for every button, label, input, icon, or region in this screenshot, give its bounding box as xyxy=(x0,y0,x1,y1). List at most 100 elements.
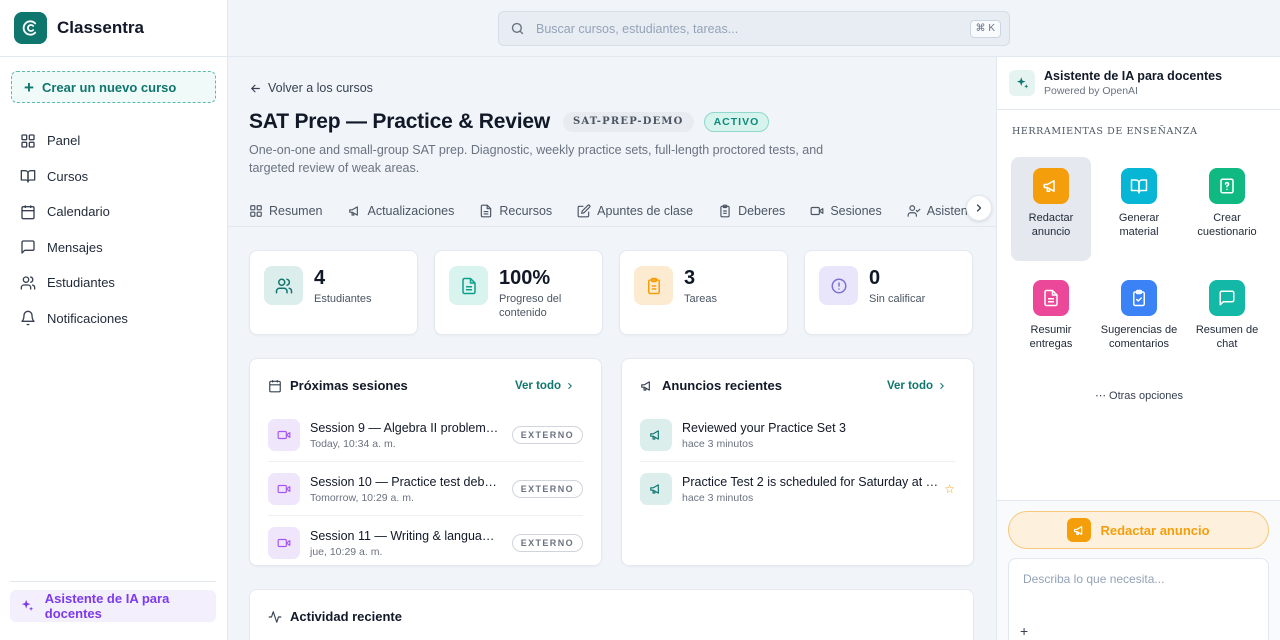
tab-label: Deberes xyxy=(738,203,786,218)
sidebar-item-label: Estudiantes xyxy=(47,275,115,291)
sparkles-icon xyxy=(1016,76,1028,88)
panel-title: Próximas sesiones xyxy=(290,378,408,393)
brand[interactable]: Classentra xyxy=(0,0,227,57)
course-code-badge: SAT-PREP-DEMO xyxy=(562,112,694,132)
tool-summarize-submissions[interactable]: Resumir entregas xyxy=(1011,269,1091,373)
tools-section-label: HERRAMIENTAS DE ENSEÑANZA xyxy=(1012,126,1198,137)
title-row: SAT Prep — Practice & Review SAT-PREP-DE… xyxy=(249,110,770,134)
announcement-title: Reviewed your Practice Set 3 xyxy=(682,420,846,435)
recent-activity-panel: Actividad reciente xyxy=(249,589,974,640)
session-time: Tomorrow, 10:29 a. m. xyxy=(310,491,414,504)
sessions-list: Session 9 — Algebra II problem sets Toda… xyxy=(268,408,583,570)
back-link[interactable]: Volver a los cursos xyxy=(249,81,373,95)
ai-panel-header: Asistente de IA para docentes Powered by… xyxy=(997,57,1280,110)
sidebar-item-label: Calendario xyxy=(47,204,110,220)
tab-sessions[interactable]: Sesiones xyxy=(810,203,882,218)
list-item[interactable]: Reviewed your Practice Set 3 hace 3 minu… xyxy=(640,408,955,462)
list-item[interactable]: Session 9 — Algebra II problem sets Toda… xyxy=(268,408,583,462)
tab-overview[interactable]: Resumen xyxy=(249,204,323,218)
search-input[interactable]: Buscar cursos, estudiantes, tareas... ⌘ … xyxy=(498,11,1010,46)
book-open-icon xyxy=(1130,179,1148,194)
session-title: Session 11 — Writing & language review xyxy=(310,529,500,543)
add-attachment-button[interactable]: + xyxy=(1020,623,1028,639)
tool-label: Resumir entregas xyxy=(1029,324,1073,350)
star-icon[interactable]: ☆ xyxy=(944,482,955,496)
sidebar-item-students[interactable]: Estudiantes xyxy=(11,265,216,301)
sidebar-item-label: Notificaciones xyxy=(47,310,128,326)
search-placeholder: Buscar cursos, estudiantes, tareas... xyxy=(536,21,739,36)
calendar-icon xyxy=(269,379,281,392)
see-all-announcements-link[interactable]: Ver todo xyxy=(887,380,955,392)
tool-chat-summary[interactable]: Resumen de chat xyxy=(1187,269,1267,373)
chevron-right-icon xyxy=(940,382,944,389)
book-icon xyxy=(20,170,36,183)
tabs-scroll-right-button[interactable] xyxy=(966,195,992,221)
tab-label: Recursos xyxy=(499,203,553,218)
draft-announcement-button[interactable]: Redactar anuncio xyxy=(1008,511,1269,549)
clipboard-icon xyxy=(720,204,730,217)
list-item[interactable]: Practice Test 2 is scheduled for Saturda… xyxy=(640,462,955,516)
announcement-time: hace 3 minutos xyxy=(682,437,754,450)
tool-label: Crear cuestionario xyxy=(1197,212,1257,238)
file-icon xyxy=(481,204,492,217)
megaphone-icon xyxy=(348,205,358,216)
stat-value: 3 xyxy=(684,267,696,289)
top-bar: Buscar cursos, estudiantes, tareas... ⌘ … xyxy=(228,0,1280,57)
tool-create-quiz[interactable]: Crear cuestionario xyxy=(1187,157,1267,261)
tool-icon-box xyxy=(1121,280,1157,316)
megaphone-icon xyxy=(650,484,659,494)
external-badge: EXTERNO xyxy=(511,534,583,552)
more-options-button[interactable]: ⋯ Otras opciones xyxy=(997,389,1280,402)
list-item[interactable]: Session 10 — Practice test debrief Tomor… xyxy=(268,462,583,516)
tool-icon-box xyxy=(1209,280,1245,316)
sidebar-item-panel[interactable]: Panel xyxy=(11,123,216,159)
stat-icon-box xyxy=(449,266,488,305)
tool-feedback-suggestions[interactable]: Sugerencias de comentarios xyxy=(1099,269,1179,373)
search-shortcut: ⌘ K xyxy=(969,20,1001,38)
announcement-title: Practice Test 2 is scheduled for Saturda… xyxy=(682,475,939,489)
status-badge: ACTIVO xyxy=(703,112,770,132)
tab-label: Sesiones xyxy=(830,203,882,218)
recent-announcements-panel: Anuncios recientes Ver todo Reviewed you… xyxy=(621,358,974,566)
stat-label: Sin calificar xyxy=(869,293,926,305)
list-item[interactable]: Session 11 — Writing & language review j… xyxy=(268,516,583,570)
tab-homework[interactable]: Deberes xyxy=(718,204,785,218)
see-all-label: Ver todo xyxy=(514,379,561,392)
tab-resources[interactable]: Recursos xyxy=(479,204,552,218)
ai-panel-subtitle: Powered by OpenAI xyxy=(1044,85,1138,97)
sidebar-item-calendar[interactable]: Calendario xyxy=(11,194,216,230)
bell-icon xyxy=(21,310,35,326)
grid-icon xyxy=(250,204,262,217)
stat-label: Progreso del contenido xyxy=(499,293,562,319)
stat-card-students: 4 Estudiantes xyxy=(249,250,418,335)
clipboard-check-icon xyxy=(1133,289,1145,307)
tool-draft-announcement[interactable]: Redactar anuncio xyxy=(1011,157,1091,261)
more-options-label: Otras opciones xyxy=(1109,390,1184,402)
see-all-sessions-link[interactable]: Ver todo xyxy=(515,380,583,392)
sidebar-item-ai-assistant[interactable]: Asistente de IA para docentes xyxy=(10,590,216,622)
tool-icon-box xyxy=(1209,168,1245,204)
video-icon xyxy=(277,430,291,439)
sidebar-item-label: Cursos xyxy=(47,168,89,184)
megaphone-icon xyxy=(1073,525,1083,535)
sidebar-item-messages[interactable]: Mensajes xyxy=(11,230,216,266)
tool-label: Redactar anuncio xyxy=(1028,212,1074,238)
tool-generate-material[interactable]: Generar material xyxy=(1099,157,1179,261)
tool-icon-box xyxy=(1121,168,1157,204)
panel-title: Actividad reciente xyxy=(290,609,402,624)
cta-icon-box xyxy=(1067,518,1092,542)
tab-class-notes[interactable]: Apuntes de clase xyxy=(577,204,693,218)
new-course-button[interactable]: + Crear un nuevo curso xyxy=(11,71,216,103)
megaphone-icon xyxy=(641,380,650,391)
user-check-icon xyxy=(907,204,921,217)
sparkles-icon xyxy=(21,599,34,611)
back-link-label: Volver a los cursos xyxy=(268,81,373,95)
stat-value: 0 xyxy=(869,267,881,289)
panel-title: Anuncios recientes xyxy=(662,378,782,393)
sidebar-item-notifications[interactable]: Notificaciones xyxy=(11,301,216,337)
sidebar-item-courses[interactable]: Cursos xyxy=(11,159,216,195)
stat-icon-box xyxy=(634,266,673,305)
prompt-input[interactable]: Describa lo que necesita... + xyxy=(1008,558,1269,640)
tab-updates[interactable]: Actualizaciones xyxy=(348,204,454,218)
new-course-label: Crear un nuevo curso xyxy=(41,79,177,95)
